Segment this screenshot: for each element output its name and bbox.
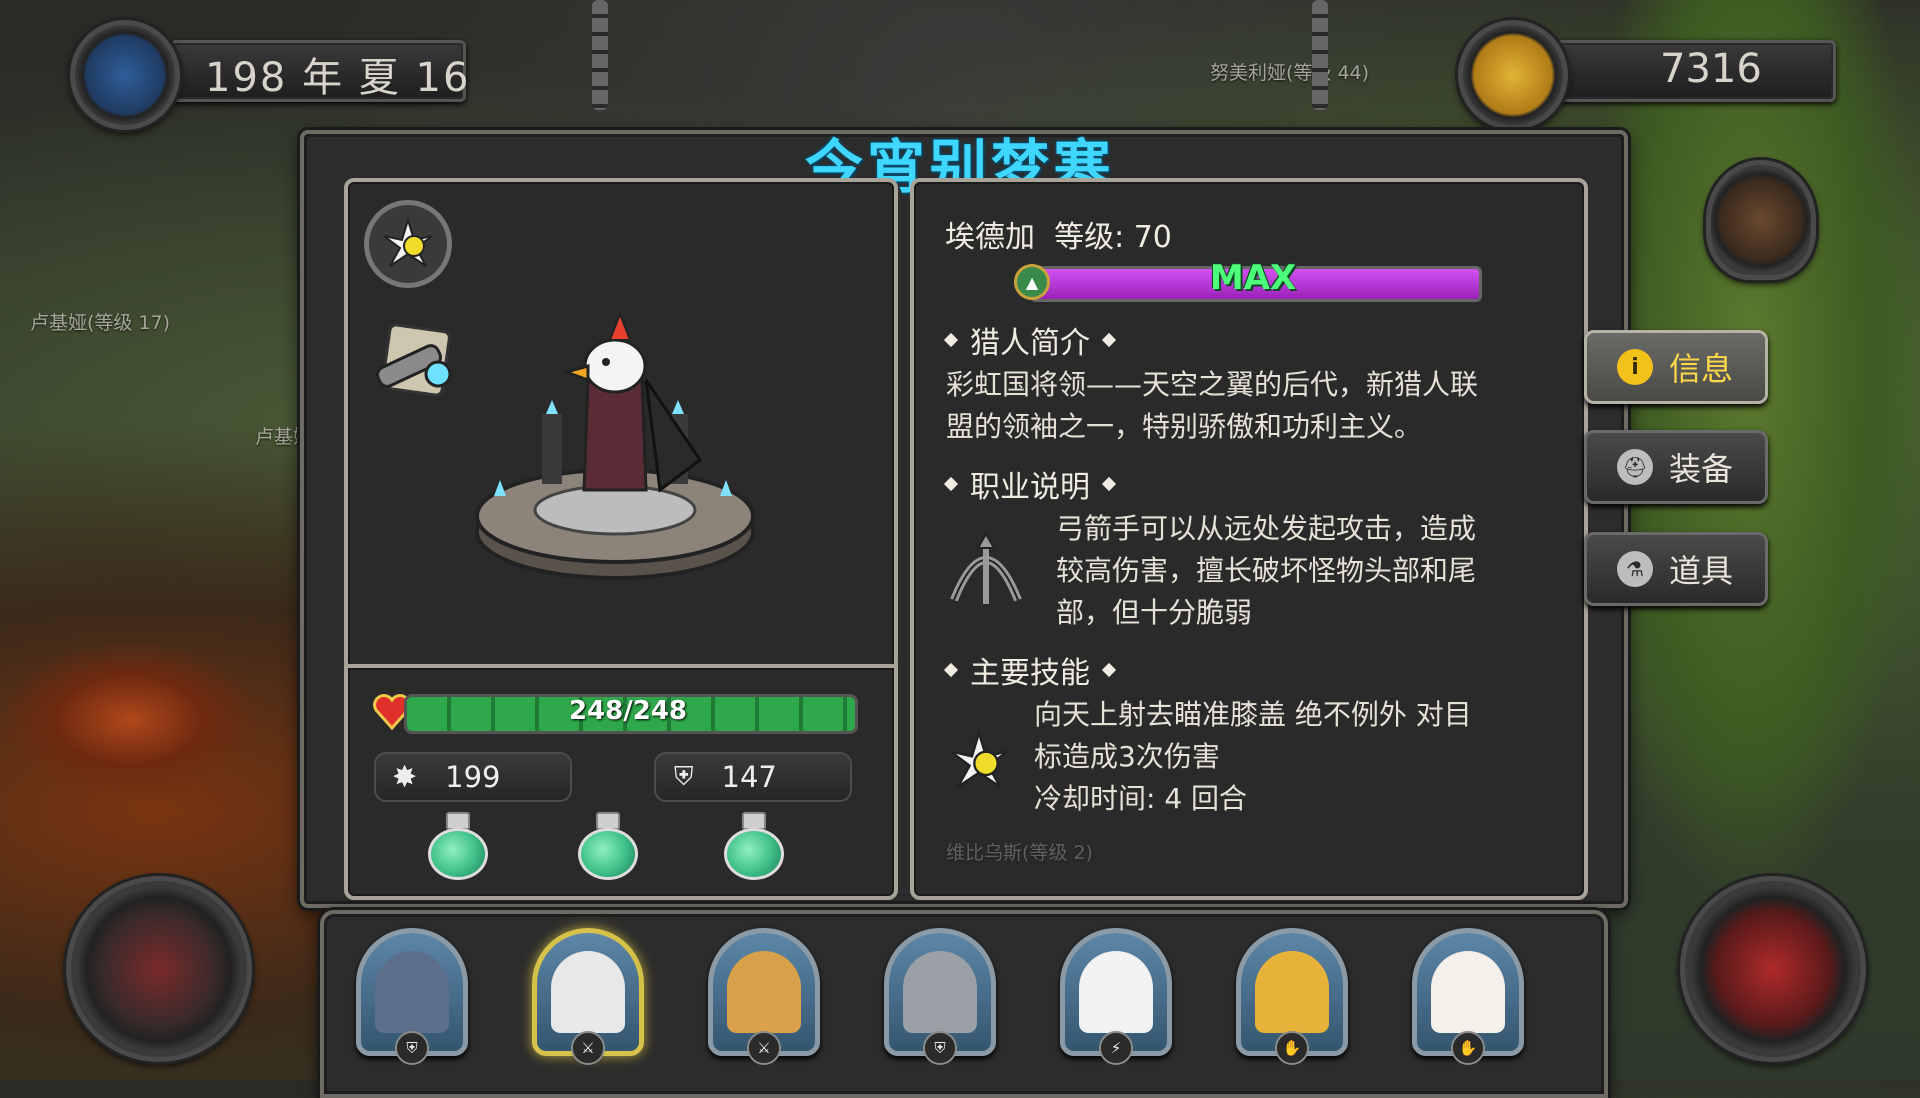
attack-stat: ✸ 199 <box>374 752 572 802</box>
bow-class-icon <box>944 530 1028 610</box>
skill-heading-text: 主要技能 <box>970 656 1090 691</box>
diamond-bullet <box>943 332 959 348</box>
hp-text: 248/248 <box>568 696 688 726</box>
tab-info[interactable]: i 信息 <box>1584 330 1768 404</box>
hunter-name-level: 埃德加 等级: 70 <box>945 220 1172 255</box>
roster-boar[interactable]: ⛨ <box>356 928 468 1065</box>
skill-icon <box>944 726 1014 796</box>
roster-elephant[interactable]: ⛨ <box>884 928 996 1065</box>
gold-coin-icon <box>1458 20 1568 130</box>
roster-leopard[interactable]: ✋ <box>1236 928 1348 1065</box>
intro-text-line2: 盟的领袖之一，特别骄傲和功利主义。 <box>946 410 1423 443</box>
roster-class-badge: ⚔ <box>747 1031 781 1065</box>
roster-giraffe[interactable]: ⚔ <box>708 928 820 1065</box>
info-icon: i <box>1617 349 1653 385</box>
map-label-numeria: 努美利娅(等级 44) <box>1210 62 1370 84</box>
lava-river <box>0 640 260 800</box>
alpaca-portrait <box>1431 951 1505 1033</box>
roster-class-badge: ⚡ <box>1099 1031 1133 1065</box>
roster-eagle[interactable]: ⚔ <box>532 928 644 1065</box>
roster-list: ⛨ ⚔ ⚔ ⛨ ⚡ ✋ ✋ <box>356 928 1556 1068</box>
knight-armor-button[interactable] <box>1680 876 1866 1062</box>
defense-stat: ⛨ 147 <box>654 752 852 802</box>
diamond-bullet <box>943 476 959 492</box>
telescope-map-icon[interactable] <box>366 318 466 408</box>
diamond-bullet <box>1101 662 1117 678</box>
chain-right <box>1312 0 1328 110</box>
skill-burst-icon[interactable] <box>364 200 452 288</box>
season-moon-icon[interactable] <box>70 20 180 130</box>
diamond-bullet <box>943 662 959 678</box>
elephant-portrait <box>903 951 977 1033</box>
roster-class-badge: ✋ <box>1275 1031 1309 1065</box>
roster-class-badge: ⛨ <box>923 1031 957 1065</box>
potion-slot-2[interactable] <box>578 812 638 880</box>
roster-class-badge: ⚔ <box>571 1031 605 1065</box>
potion-slot-3[interactable] <box>724 812 784 880</box>
village-house-button[interactable] <box>66 876 252 1062</box>
giraffe-portrait <box>727 951 801 1033</box>
tab-items[interactable]: ⚗ 道具 <box>1584 532 1768 606</box>
diamond-bullet <box>1101 476 1117 492</box>
roster-class-badge: ✋ <box>1451 1031 1485 1065</box>
skill-text-line1: 向天上射去瞄准膝盖 绝不例外 对目 <box>1034 698 1472 731</box>
intro-heading-text: 猎人简介 <box>970 326 1090 361</box>
map-label-lukia-1: 卢基娅(等级 17) <box>30 312 171 334</box>
map-label-vibius: 维比乌斯(等级 2) <box>946 842 1093 864</box>
defense-icon: ⛨ <box>674 761 694 792</box>
job-text-line2: 较高伤害，擅长破坏怪物头部和尾 <box>1056 554 1477 587</box>
intro-heading: 猎人简介 <box>943 318 1117 362</box>
roster-class-badge: ⛨ <box>395 1031 429 1065</box>
skill-heading: 主要技能 <box>943 648 1117 692</box>
tab-equipment[interactable]: ⛑ 装备 <box>1584 430 1768 504</box>
tab-equipment-label: 装备 <box>1669 450 1734 488</box>
skill-text-line2: 标造成3次伤害 <box>1034 740 1220 773</box>
skill-cooldown: 冷却时间: 4 回合 <box>1034 782 1248 815</box>
job-text-line3: 部，但十分脆弱 <box>1056 596 1253 629</box>
tab-info-label: 信息 <box>1669 350 1734 388</box>
roster-polar-bear[interactable]: ⚡ <box>1060 928 1172 1065</box>
chain-left <box>592 0 608 110</box>
job-heading-text: 职业说明 <box>970 470 1090 505</box>
leopard-portrait <box>1255 951 1329 1033</box>
diamond-bullet <box>1101 332 1117 348</box>
date-text: 198 年 夏 16 <box>205 55 471 101</box>
hunter-model <box>470 310 760 590</box>
eagle-portrait <box>551 951 625 1033</box>
roster-alpaca[interactable]: ✋ <box>1412 928 1524 1065</box>
horse-guild-emblem[interactable] <box>1706 160 1816 280</box>
job-text-line1: 弓箭手可以从远处发起攻击，造成 <box>1056 512 1477 545</box>
attack-icon: ✸ <box>392 759 418 795</box>
defense-value: 147 <box>721 760 777 794</box>
potion-slot-1[interactable] <box>428 812 488 880</box>
polar-bear-portrait <box>1079 951 1153 1033</box>
helmet-icon: ⛑ <box>1617 449 1653 485</box>
tab-items-label: 道具 <box>1669 552 1734 590</box>
job-heading: 职业说明 <box>943 462 1117 506</box>
potion-icon: ⚗ <box>1617 551 1653 587</box>
rank-up-icon: ▲ <box>1014 264 1050 300</box>
gold-amount: 7316 <box>1660 46 1762 92</box>
intro-text-line1: 彩虹国将领——天空之翼的后代，新猎人联 <box>946 368 1479 401</box>
boar-portrait <box>375 951 449 1033</box>
exp-max-label: MAX <box>1209 258 1297 298</box>
attack-value: 199 <box>445 760 501 794</box>
